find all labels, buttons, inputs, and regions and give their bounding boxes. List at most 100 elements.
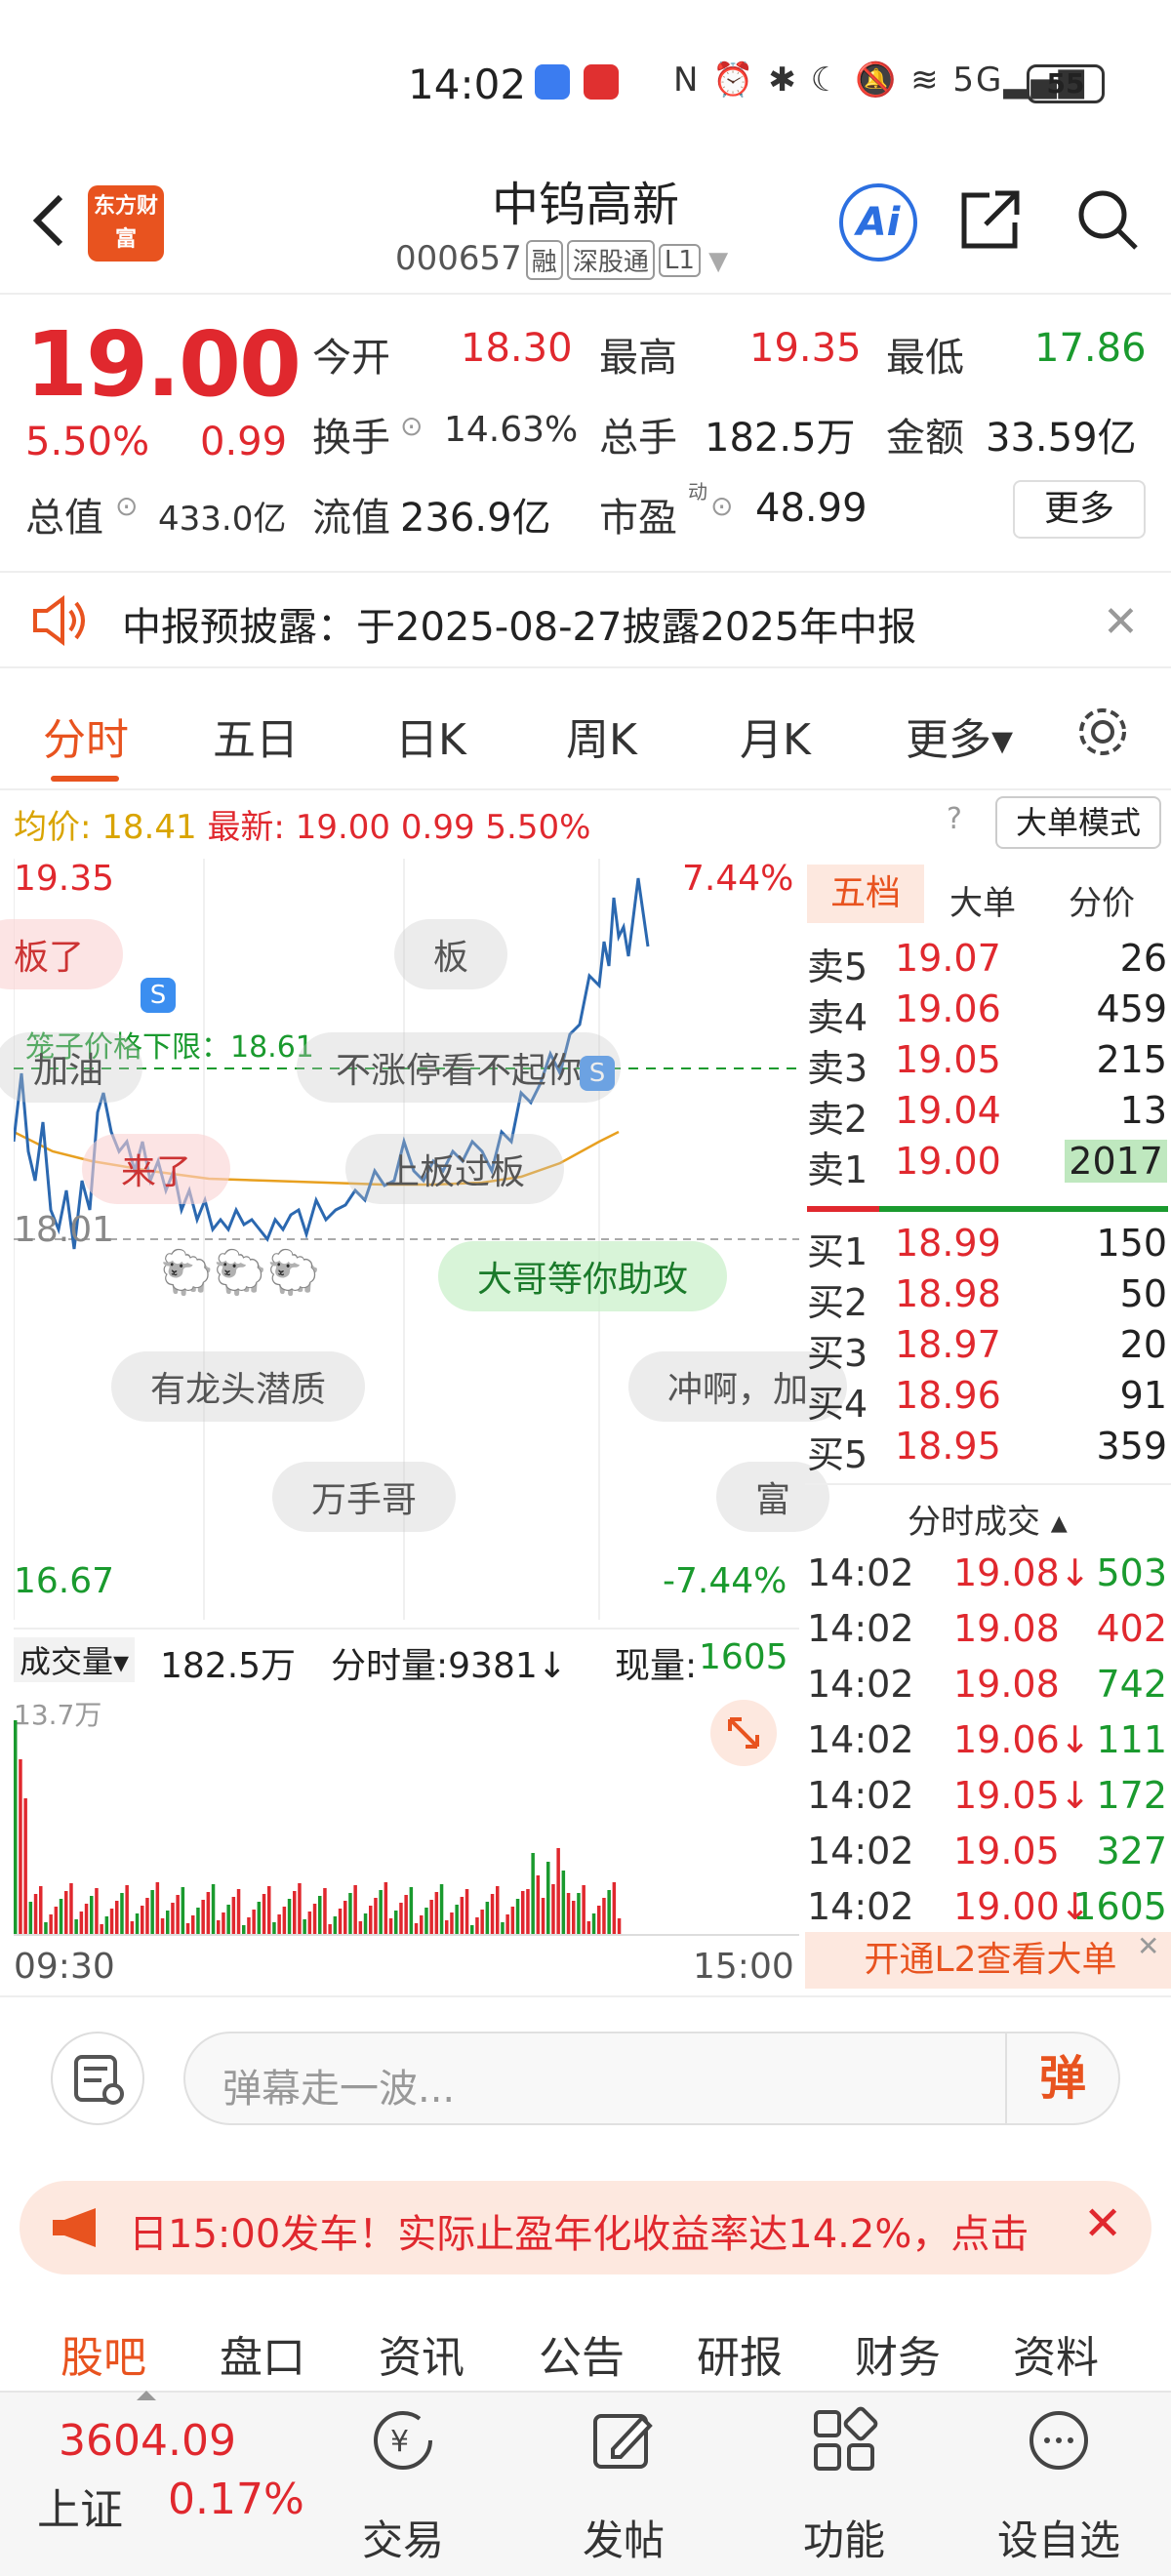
volume-bar — [343, 1901, 347, 1935]
low-value: 17.86 — [1034, 326, 1147, 371]
nav-features[interactable]: 功能 — [776, 2508, 912, 2567]
tab-handicap[interactable]: 盘口 — [220, 2322, 305, 2385]
volume-bar — [348, 1893, 352, 1935]
volume-bar — [424, 1908, 428, 1935]
tab-big-orders[interactable]: 大单 — [949, 876, 1016, 924]
nav-add-watchlist[interactable]: 设自选 — [990, 2508, 1127, 2567]
level-label: 买4 — [807, 1383, 868, 1426]
trade-volume: 1605 — [1072, 1885, 1167, 1928]
tab-five-levels[interactable]: 五档 — [807, 865, 924, 923]
trades-title[interactable]: 分时成交 ▴ — [908, 1495, 1068, 1543]
latest-change: 0.99 — [400, 808, 475, 847]
index-value[interactable]: 3604.09 — [59, 2416, 236, 2466]
ask-row[interactable]: 卖3 19.05 215 — [805, 1038, 1171, 1090]
event-marker-icon[interactable]: S — [141, 978, 176, 1013]
volume-bar — [353, 1885, 357, 1935]
trade-row: 14:02 19.00↓ 1605 — [805, 1885, 1171, 1936]
tab-research[interactable]: 研报 — [697, 2322, 783, 2385]
share-button[interactable] — [956, 185, 1025, 254]
tab-monthly-k[interactable]: 月K — [740, 704, 811, 767]
ask-row[interactable]: 卖5 19.07 26 — [805, 937, 1171, 988]
post-icon — [589, 2406, 658, 2478]
tab-announcements[interactable]: 公告 — [539, 2322, 625, 2385]
close-icon[interactable]: ✕ — [1083, 2196, 1122, 2251]
bid-row[interactable]: 买4 18.96 91 — [805, 1374, 1171, 1426]
ask-row[interactable]: 卖1 19.00 2017 — [805, 1140, 1171, 1191]
tab-finance[interactable]: 财务 — [855, 2322, 941, 2385]
volume-bar — [226, 1905, 230, 1935]
tab-daily-k[interactable]: 日K — [395, 704, 466, 767]
current-price: 19.00 — [25, 312, 302, 417]
tab-news[interactable]: 资讯 — [379, 2322, 464, 2385]
trade-time: 14:02 — [807, 1607, 914, 1650]
float-label: 流值 — [312, 496, 390, 541]
index-name[interactable]: 上证 — [37, 2475, 123, 2537]
pe-sup: 动 — [688, 480, 707, 503]
volume-bar — [328, 1924, 332, 1935]
settings-button[interactable] — [1073, 703, 1132, 765]
volume-bar — [231, 1897, 236, 1935]
back-button[interactable] — [21, 185, 80, 254]
danmu-settings-button[interactable] — [51, 2032, 144, 2125]
bid-row[interactable]: 买1 18.99 150 — [805, 1222, 1171, 1273]
bid-row[interactable]: 买3 18.97 20 — [805, 1323, 1171, 1375]
info-icon[interactable]: ⊙ — [710, 490, 733, 522]
search-button[interactable] — [1073, 185, 1142, 254]
help-icon[interactable]: ? — [947, 802, 962, 836]
promo-banner[interactable]: 日15:00发车！实际止盈年化收益率达14.2%，点击 ✕ — [20, 2181, 1151, 2274]
close-icon[interactable]: ✕ — [1103, 597, 1139, 647]
stock-code-row[interactable]: 000657 融深股通 L1 ▼ — [395, 239, 728, 280]
volume-bar — [536, 1875, 541, 1935]
volume-bar — [171, 1903, 175, 1935]
ask-row[interactable]: 卖2 19.04 13 — [805, 1089, 1171, 1141]
level-label: 卖4 — [807, 996, 868, 1039]
tab-weekly-k[interactable]: 周K — [566, 704, 637, 767]
tab-intraday[interactable]: 分时 — [43, 704, 129, 767]
close-icon[interactable]: ✕ — [1137, 1930, 1159, 1962]
tab-more[interactable]: 更多▾ — [906, 704, 1013, 767]
volume-bar — [505, 1914, 509, 1935]
time-start-label: 09:30 — [14, 1947, 115, 1987]
speaker-icon — [29, 593, 88, 652]
bid-row[interactable]: 买2 18.98 50 — [805, 1272, 1171, 1324]
amount-label: 金额 — [886, 416, 964, 461]
trade-price: 19.00↓ — [953, 1885, 1091, 1928]
stock-code: 000657 — [395, 239, 522, 278]
tab-indicator — [51, 776, 119, 782]
danmu-input[interactable]: 弹幕走一波... 弹 — [183, 2032, 1120, 2125]
level-label: 买1 — [807, 1230, 868, 1273]
big-order-mode-button[interactable]: 大单模式 — [995, 796, 1161, 849]
level-price: 18.97 — [895, 1323, 1001, 1366]
level-label: 买5 — [807, 1433, 868, 1476]
index-pct[interactable]: 0.17% — [168, 2475, 304, 2524]
tab-forum[interactable]: 股吧 — [61, 2322, 146, 2385]
danmu-send-button[interactable]: 弹 — [1005, 2033, 1118, 2123]
volume-bar — [546, 1862, 550, 1935]
tab-profile[interactable]: 资料 — [1013, 2322, 1099, 2385]
tag-level: L1 — [658, 243, 701, 277]
more-button[interactable]: 更多 — [1013, 480, 1146, 539]
ai-button[interactable]: Ai — [839, 183, 917, 262]
status-bar: 14:02 N ⏰ ✱ ☾ 🔕 ≋ 5G▂▄▆ 55 — [0, 0, 1171, 166]
volume-bar — [597, 1906, 601, 1935]
bid-row[interactable]: 买5 18.95 359 — [805, 1425, 1171, 1476]
trade-row: 14:02 19.08 402 — [805, 1607, 1171, 1658]
level-label: 买3 — [807, 1332, 868, 1375]
tab-5day[interactable]: 五日 — [213, 704, 299, 767]
info-icon[interactable]: ⊙ — [115, 490, 138, 522]
nav-trade[interactable]: 交易 — [335, 2508, 471, 2567]
trade-time: 14:02 — [807, 1551, 914, 1594]
ask-row[interactable]: 卖4 19.06 459 — [805, 987, 1171, 1039]
info-icon[interactable]: ⊙ — [400, 410, 423, 442]
intraday-chart[interactable]: 19.35 7.44% 18.01 16.67 -7.44% 笼子价格下限：18… — [0, 859, 848, 1620]
volume-bar — [450, 1912, 454, 1935]
level-volume: 359 — [1096, 1425, 1167, 1468]
pe-value: 48.99 — [755, 486, 868, 531]
volume-indicator-select[interactable]: 成交量▾ — [14, 1637, 136, 1682]
tab-price-dist[interactable]: 分价 — [1069, 876, 1135, 924]
level-label: 卖1 — [807, 1148, 868, 1191]
search-icon — [1078, 190, 1138, 250]
l2-banner[interactable]: 开通L2查看大单 — [805, 1932, 1171, 1989]
nav-post[interactable]: 发帖 — [555, 2508, 692, 2567]
level-volume: 50 — [1119, 1272, 1167, 1315]
